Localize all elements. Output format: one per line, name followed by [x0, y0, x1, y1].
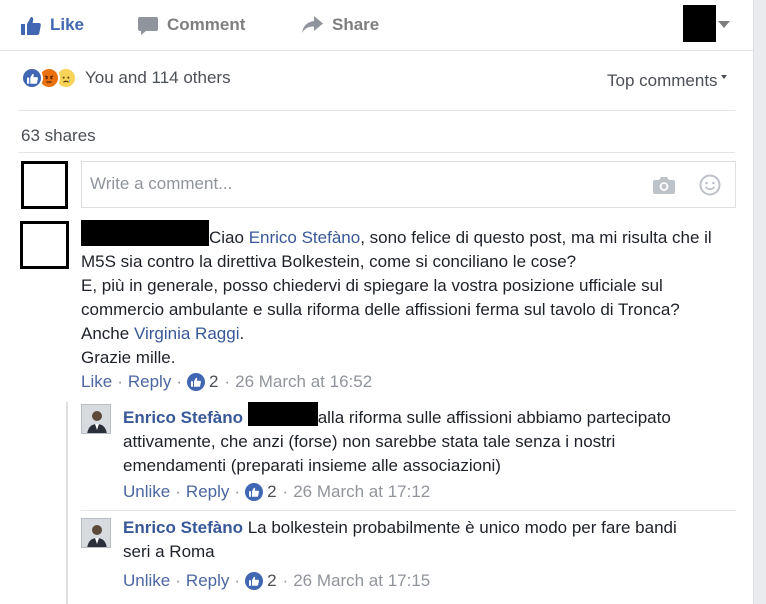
user-photo-icon [82, 405, 110, 433]
comment-button[interactable]: Comment [138, 15, 245, 35]
comment-bubble-icon [138, 16, 158, 35]
comment-timestamp[interactable]: 26 March at 16:52 [235, 372, 372, 392]
comment-text: . [239, 324, 245, 343]
post-card: Like Comment Share You and 114 others To… [0, 0, 754, 604]
reply-body: Enrico Stefàno La bolkestein probabilmen… [123, 516, 683, 564]
separator: · [175, 571, 181, 590]
share-button[interactable]: Share [302, 15, 379, 35]
chevron-down-icon[interactable] [718, 21, 730, 28]
camera-icon[interactable] [653, 176, 675, 194]
redacted-audience-selector[interactable] [683, 5, 716, 42]
separator: · [282, 571, 289, 590]
redacted-mention[interactable] [247, 402, 318, 426]
reply-link[interactable]: Reply [186, 571, 229, 591]
reaction-count[interactable]: 2 [267, 482, 276, 502]
reply-thread-line [66, 402, 68, 604]
reaction-summary-text: You and 114 others [85, 68, 231, 87]
reaction-count[interactable]: 2 [267, 571, 276, 591]
separator: · [282, 482, 289, 501]
divider [18, 110, 735, 111]
separator: · [117, 372, 123, 391]
separator: · [234, 482, 241, 501]
like-link[interactable]: Like [81, 372, 112, 392]
like-reaction-icon [21, 67, 43, 89]
caret-down-icon [720, 75, 727, 79]
comment-label: Comment [167, 15, 246, 34]
comment-text: Anche [81, 324, 134, 343]
unlike-link[interactable]: Unlike [123, 482, 170, 502]
composer-avatar-redacted [21, 161, 68, 209]
comment-text: Grazie mille. [81, 348, 176, 367]
mention-link[interactable]: Enrico Stefàno [249, 228, 361, 247]
reaction-summary[interactable]: You and 114 others [21, 67, 231, 89]
user-photo-icon [82, 519, 110, 547]
reaction-count[interactable]: 2 [209, 372, 218, 392]
divider [81, 510, 736, 511]
reply-timestamp[interactable]: 26 March at 17:12 [293, 482, 430, 502]
like-reaction-icon[interactable] [245, 483, 264, 501]
reply-actions: Unlike · Reply · 2 · 26 March at 17:12 [123, 482, 430, 502]
reply-link[interactable]: Reply [186, 482, 229, 502]
post-action-bar: Like Comment Share [0, 0, 753, 51]
unlike-link[interactable]: Unlike [123, 571, 170, 591]
mention-link[interactable]: Virginia Raggi [134, 324, 240, 343]
reply-actions: Unlike · Reply · 2 · 26 March at 17:15 [123, 571, 430, 591]
comment-sort-dropdown[interactable]: Top comments [607, 71, 727, 91]
divider [18, 152, 735, 153]
separator: · [224, 372, 231, 391]
thumbs-up-icon [21, 16, 41, 35]
reply-avatar[interactable] [81, 518, 111, 548]
reply-link[interactable]: Reply [128, 372, 171, 392]
like-label: Like [50, 15, 85, 34]
comment-text: Ciao [209, 228, 249, 247]
comment-body: Ciao Enrico Stefàno, sono felice di ques… [81, 220, 731, 370]
comment-input[interactable] [90, 174, 610, 194]
separator: · [176, 372, 182, 391]
like-button[interactable]: Like [21, 15, 84, 35]
shares-count[interactable]: 63 shares [21, 126, 96, 146]
reply-author-link[interactable]: Enrico Stefàno [123, 408, 243, 427]
reply-avatar[interactable] [81, 404, 111, 434]
reply-body: Enrico Stefàno alla riforma sulle affiss… [123, 402, 723, 478]
share-label: Share [332, 15, 380, 34]
separator: · [175, 482, 181, 501]
like-reaction-icon[interactable] [187, 373, 205, 391]
separator: · [234, 571, 241, 590]
reply-timestamp[interactable]: 26 March at 17:15 [293, 571, 430, 591]
redacted-commenter-name[interactable] [81, 220, 209, 246]
like-reaction-icon[interactable] [245, 572, 264, 590]
comment-actions: Like · Reply · 2 · 26 March at 16:52 [81, 372, 372, 392]
comment-text: E, più in generale, posso chiedervi di s… [81, 276, 680, 319]
commenter-avatar-redacted[interactable] [20, 221, 69, 269]
comment-sort-label: Top comments [607, 71, 718, 90]
emoji-icon[interactable] [699, 174, 721, 196]
share-arrow-icon [302, 16, 323, 33]
comment-composer[interactable] [81, 161, 736, 208]
reply-author-link[interactable]: Enrico Stefàno [123, 518, 243, 537]
